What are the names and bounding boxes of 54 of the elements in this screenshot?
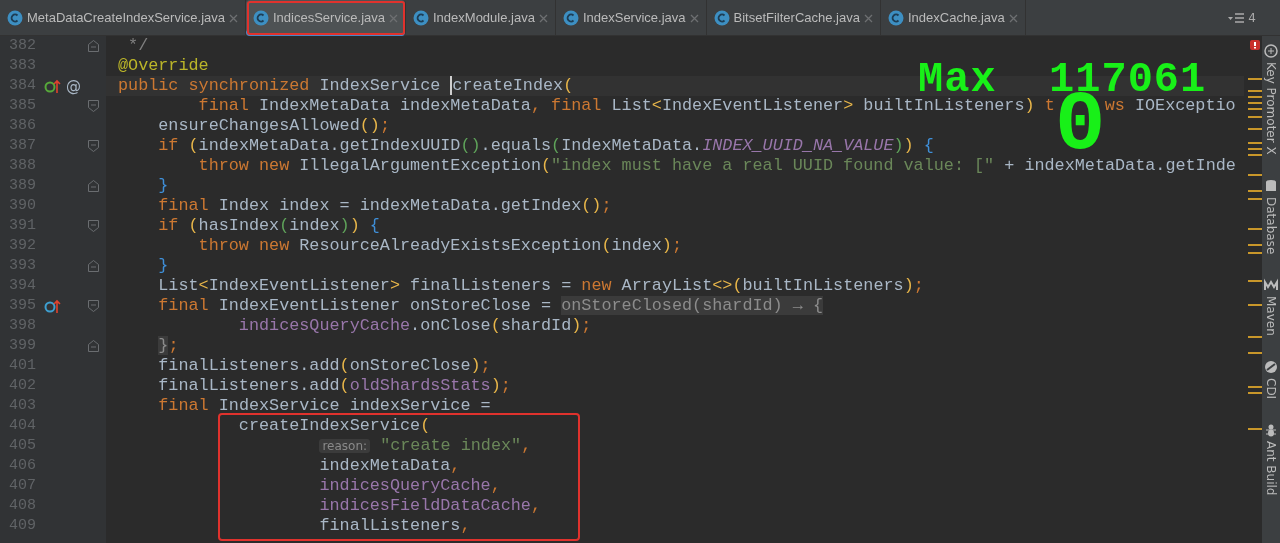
- close-icon: [1008, 13, 1018, 23]
- code-line: finalListeners.add(onStoreClose);: [157, 356, 492, 376]
- code-line: indexMetaData,: [318, 456, 462, 476]
- code-line: indicesFieldDataCache,: [318, 496, 542, 516]
- gutter-mark: @: [66, 75, 81, 97]
- code-line: finalListeners,: [318, 516, 472, 536]
- file-tab[interactable]: IndexModule.java: [406, 0, 556, 36]
- class-icon: [413, 10, 429, 26]
- file-tab[interactable]: BitsetFilterCache.java: [706, 0, 881, 36]
- code-line: final Index index = indexMetaData.getIndex();: [157, 196, 613, 216]
- code-line: if (indexMetaData.getIndexUUID().equals(IndexMetaData.INDEX_UUID_NA_VALUE)) {: [157, 136, 935, 156]
- tool-window-button[interactable]: Maven: [1262, 277, 1280, 336]
- code-line: createIndexService(: [237, 416, 432, 436]
- class-icon: [713, 10, 730, 26]
- tool-window-button[interactable]: Database: [1262, 178, 1280, 254]
- code-line: final IndexService indexService =: [157, 396, 492, 416]
- tab-count: 4: [1248, 9, 1256, 27]
- close-icon: [689, 13, 699, 23]
- class-icon: [253, 10, 269, 26]
- code-line: reason: "create index",: [118, 436, 1244, 456]
- error-icon: [1250, 40, 1260, 50]
- class-icon: [888, 10, 904, 26]
- ant-icon: [1264, 422, 1278, 437]
- close-icon: [229, 13, 238, 23]
- maven-icon: [1264, 277, 1278, 292]
- overriding-method-icon: [44, 298, 62, 314]
- tab-list-icon: [1228, 11, 1245, 24]
- code-line: }: [157, 176, 170, 196]
- code-line: throw new IllegalArgumentException("index must have a real UUID found value: [" + indexMetaData.getInde: [197, 156, 1237, 176]
- code-line: };: [157, 336, 180, 356]
- file-tab[interactable]: IndexService.java: [555, 0, 707, 36]
- code-line: indicesQueryCache.onClose(shardId);: [237, 316, 593, 336]
- code-line: @Override: [118, 56, 210, 76]
- code-line: }: [157, 256, 170, 276]
- tool-window-button[interactable]: Key Promoter X: [1262, 44, 1280, 155]
- code-line: throw new ResourceAlreadyExistsException(index);: [197, 236, 683, 256]
- file-tab[interactable]: IndicesService.java: [246, 0, 406, 36]
- database-icon: [1264, 178, 1278, 193]
- close-icon: [538, 13, 548, 23]
- close-icon: [864, 13, 873, 23]
- implementing-method-icon: [44, 78, 62, 94]
- class-icon: [562, 10, 579, 26]
- code-line: if (hasIndex(index)) {: [157, 216, 381, 236]
- code-line: final IndexEventListener onStoreClose = onStoreClosed(shardId) → {: [157, 296, 824, 316]
- close-icon: [389, 13, 398, 23]
- code-line: indicesQueryCache,: [318, 476, 502, 496]
- code-line: List<IndexEventListener> finalListeners = new ArrayList<>(builtInListeners);: [157, 276, 925, 296]
- class-icon: [7, 10, 23, 26]
- tool-window-button[interactable]: CDI: [1262, 359, 1280, 399]
- file-tab[interactable]: IndexCache.java: [881, 0, 1026, 36]
- code-line: ensureChangesAllowed();: [157, 116, 391, 136]
- tool-window-button[interactable]: Ant Build: [1262, 422, 1280, 496]
- code-line: finalListeners.add(oldShardsStats);: [157, 376, 512, 396]
- code-line: */: [127, 36, 150, 56]
